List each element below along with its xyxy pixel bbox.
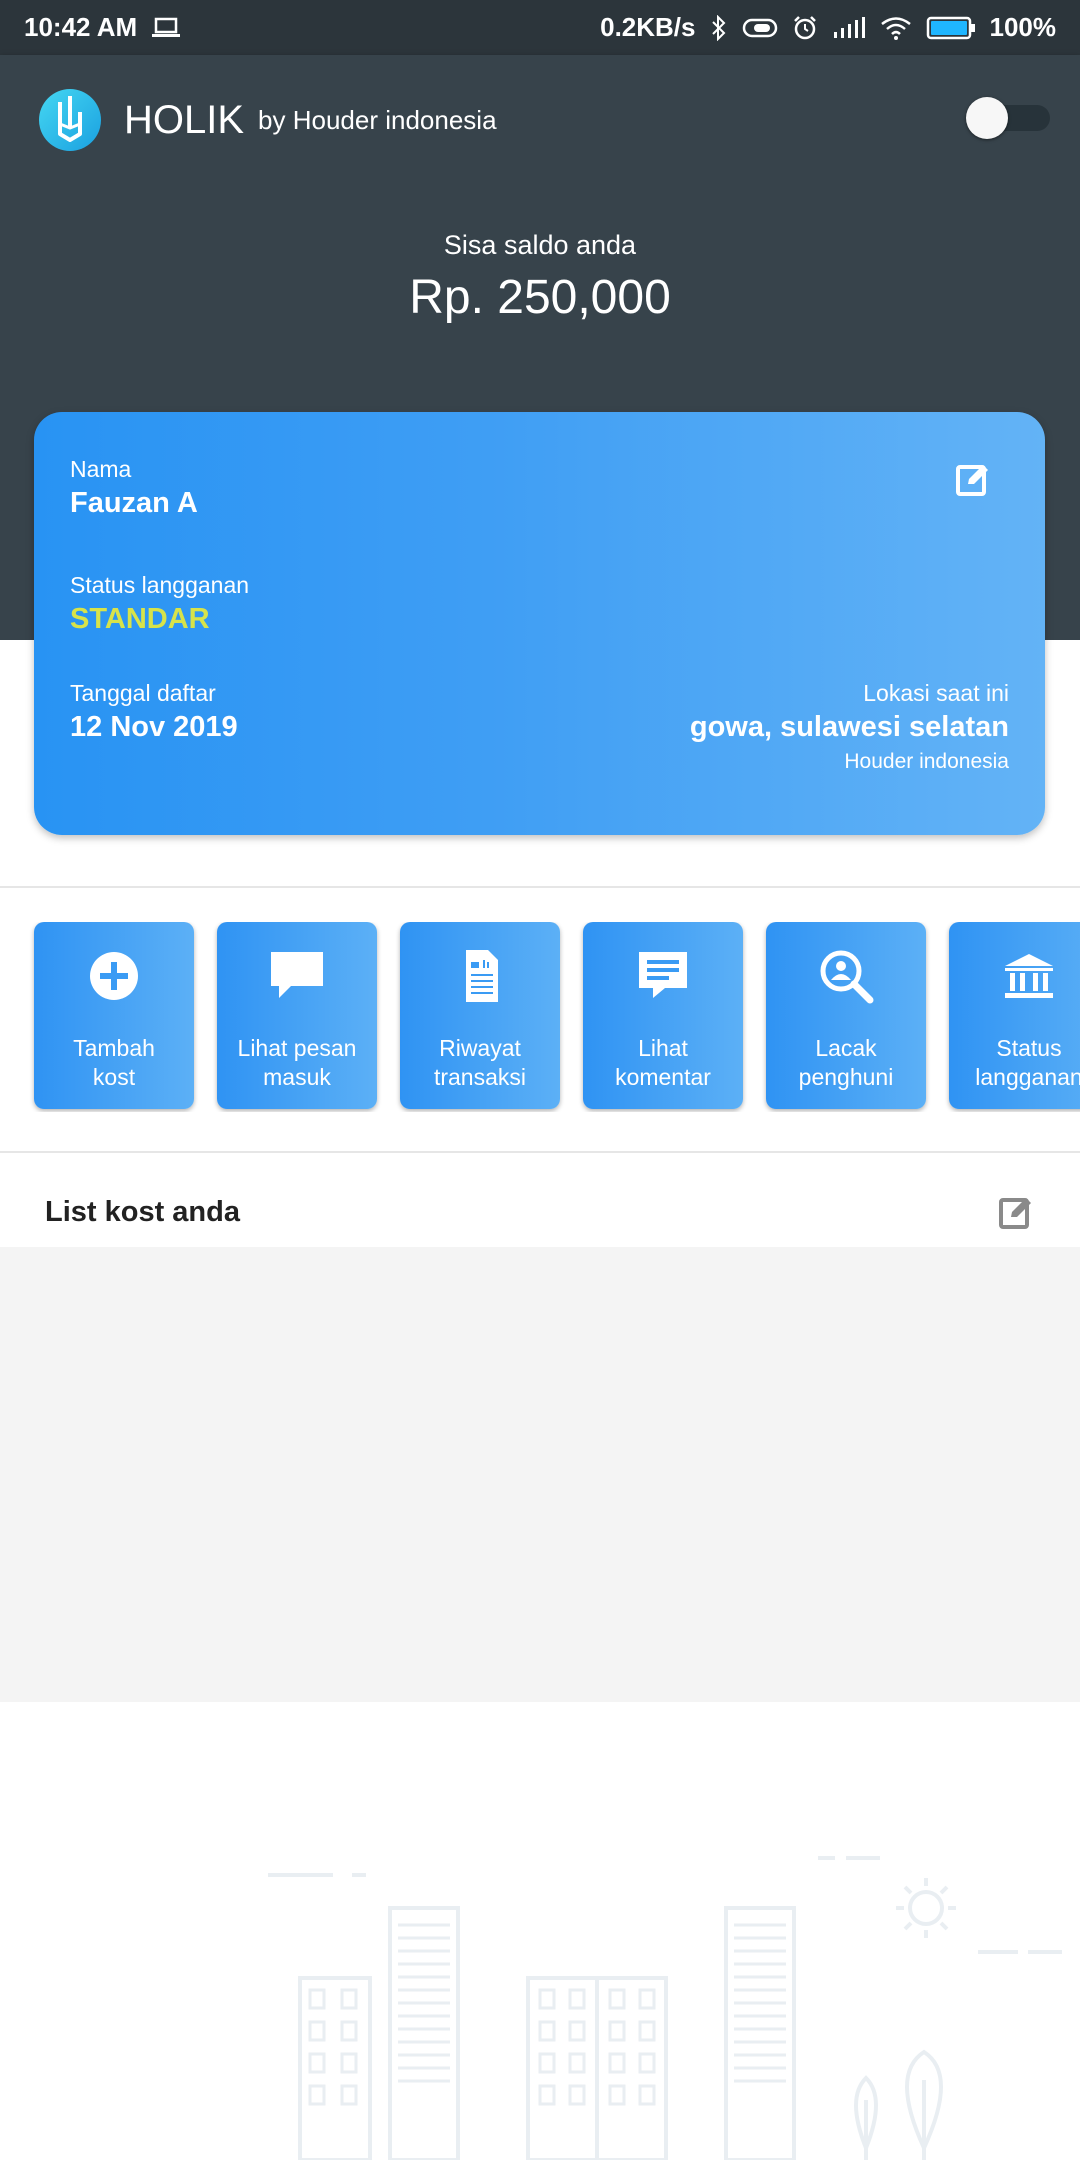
plus-circle-icon [90, 952, 138, 1000]
chat-bubble-icon [271, 952, 323, 998]
edit-list-icon[interactable] [998, 1195, 1034, 1231]
balance-value: Rp. 250,000 [409, 271, 671, 324]
menu-tile-status-langganan[interactable]: Status langganan [949, 922, 1080, 1109]
app-logo-icon [39, 89, 101, 151]
battery-percent: 100% [989, 12, 1057, 42]
status-value: STANDAR [70, 603, 210, 635]
wifi-icon [880, 16, 911, 40]
menu-row[interactable]: Tambah kost Lihat pesan masuk Riwayat tr… [0, 922, 1080, 1112]
menu-tile-lihat-komentar[interactable]: Lihat komentar [583, 922, 743, 1109]
name-label: Nama [70, 456, 132, 482]
location-value: gowa, sulawesi selatan [689, 711, 1009, 743]
list-title: List kost anda [45, 1196, 240, 1228]
menu-tile-label: Lihat komentar [615, 1035, 711, 1090]
menu-tile-label: Tambah kost [73, 1035, 155, 1090]
menu-tile-lihat-pesan[interactable]: Lihat pesan masuk [217, 922, 377, 1109]
menu-tile-tambah-kost[interactable]: Tambah kost [34, 922, 194, 1109]
battery-saver-icon [742, 18, 777, 37]
signal-icon [833, 16, 865, 38]
location-label: Lokasi saat ini [863, 680, 1009, 706]
laptop-icon [152, 17, 181, 37]
document-icon [466, 950, 498, 1002]
city-illustration [268, 1856, 1062, 2160]
date-label: Tanggal daftar [70, 680, 216, 706]
section-divider-bottom [0, 1151, 1080, 1153]
search-person-icon [820, 950, 874, 1004]
network-speed: 0.2KB/s [600, 12, 696, 42]
status-label: Status langganan [70, 572, 250, 598]
menu-tile-label: Riwayat transaksi [433, 1035, 527, 1090]
name-value: Fauzan A [70, 487, 198, 519]
battery-icon [926, 16, 975, 39]
bank-icon [1005, 954, 1053, 998]
profile-card: Nama Fauzan A Status langganan STANDAR T… [34, 412, 1045, 835]
app-subtitle: by Houder indonesia [258, 104, 497, 135]
menu-tile-label: Lacak penghuni [798, 1035, 894, 1090]
bluetooth-icon [711, 14, 725, 41]
theme-toggle[interactable] [966, 97, 1050, 139]
balance-label: Sisa saldo anda [443, 230, 637, 260]
app-bar: HOLIK by Houder indonesia [0, 55, 1080, 185]
menu-tile-label: Status langganan [975, 1035, 1080, 1090]
comment-icon [639, 952, 687, 998]
status-bar-left: 10:42 AM [24, 12, 181, 43]
alarm-icon [793, 15, 816, 39]
kost-list [0, 1247, 1080, 1702]
status-bar-right: 0.2KB/s 100% [600, 12, 1056, 43]
section-divider-top [0, 886, 1080, 888]
toggle-knob [966, 97, 1008, 139]
status-time: 10:42 AM [24, 12, 138, 42]
status-bar: 10:42 AM 0.2KB/s 100% [0, 0, 1080, 55]
edit-profile-icon[interactable] [955, 462, 991, 498]
menu-tile-lacak-penghuni[interactable]: Lacak penghuni [766, 922, 926, 1109]
location-subtitle: Houder indonesia [844, 750, 1009, 773]
app-title: HOLIK [124, 97, 245, 142]
date-value: 12 Nov 2019 [70, 711, 238, 743]
menu-tile-label: Lihat pesan masuk [237, 1035, 357, 1090]
menu-tile-riwayat-transaksi[interactable]: Riwayat transaksi [400, 922, 560, 1109]
